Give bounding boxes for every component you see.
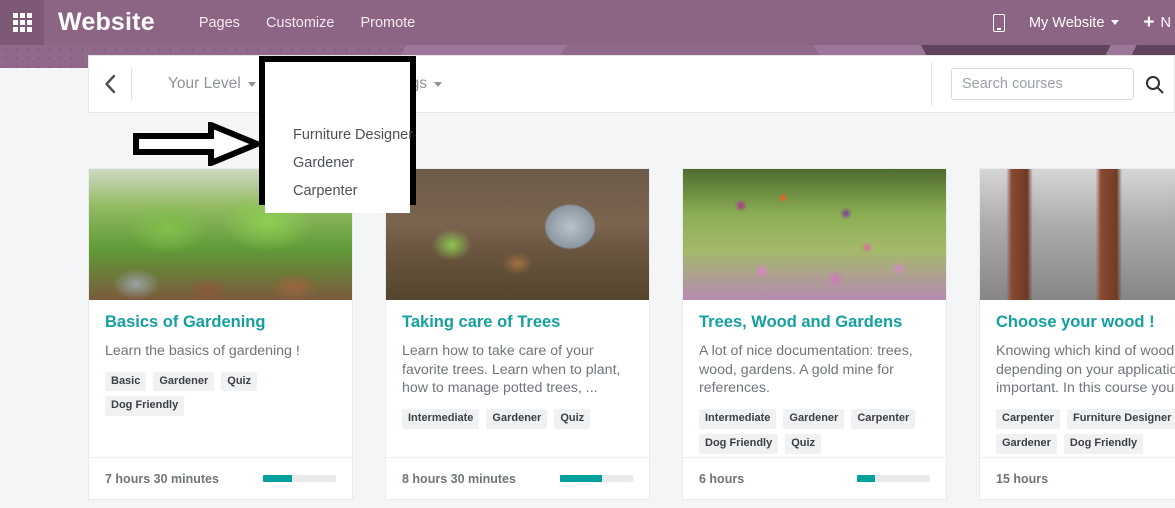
role-option-gardener[interactable]: Gardener <box>265 149 410 177</box>
course-tags: Intermediate Gardener Quiz <box>402 409 633 429</box>
course-description: Knowing which kind of wood to use depend… <box>996 342 1175 397</box>
chevron-down-icon <box>1111 20 1120 25</box>
course-title[interactable]: Trees, Wood and Gardens <box>699 313 930 333</box>
course-footer: 15 hours 2 step <box>980 457 1175 499</box>
course-tags: Carpenter Furniture Designer Basic Garde… <box>996 409 1175 454</box>
course-tag[interactable]: Basic <box>105 371 147 392</box>
course-progress-bar <box>857 475 930 482</box>
course-tag[interactable]: Dog Friendly <box>105 396 185 417</box>
course-tag[interactable]: Gardener <box>153 371 215 392</box>
filter-your-level[interactable]: Your Level <box>154 75 270 93</box>
course-card[interactable]: Choose your wood ! Knowing which kind of… <box>979 168 1175 500</box>
mobile-preview-icon[interactable] <box>992 13 1005 32</box>
course-tag[interactable]: Carpenter <box>851 409 916 429</box>
course-tag[interactable]: Gardener <box>996 433 1057 454</box>
course-image <box>980 169 1175 300</box>
course-card-list: Basics of Gardening Learn the basics of … <box>88 168 1175 500</box>
filter-your-level-label: Your Level <box>168 75 241 92</box>
new-button[interactable]: + N <box>1143 13 1171 32</box>
role-option-carpenter[interactable]: Carpenter <box>265 177 410 205</box>
course-tag[interactable]: Quiz <box>554 409 591 429</box>
new-button-label: N <box>1160 14 1171 31</box>
arrow-annotation <box>133 120 265 171</box>
your-role-dropdown-menu: Furniture Designer Gardener Carpenter <box>265 113 413 213</box>
course-duration: 6 hours <box>699 471 745 486</box>
search-divider <box>931 62 932 106</box>
top-nav-links: Pages Customize Promote <box>199 15 415 31</box>
chevron-left-icon <box>104 74 115 94</box>
course-image <box>683 169 946 300</box>
top-navbar: Website Pages Customize Promote My Websi… <box>0 0 1175 45</box>
search-button[interactable] <box>1134 68 1174 100</box>
course-title[interactable]: Choose your wood ! <box>996 313 1175 333</box>
course-body: Taking care of Trees Learn how to take c… <box>386 300 649 429</box>
chevron-down-icon <box>433 81 442 87</box>
course-description: Learn the basics of gardening ! <box>105 342 300 359</box>
course-tag[interactable]: Carpenter <box>996 409 1060 429</box>
course-description: Learn how to take care of your favorite … <box>402 342 621 397</box>
course-body: Basics of Gardening Learn the basics of … <box>89 300 352 417</box>
top-right-actions: My Website + N <box>992 13 1175 32</box>
course-tag[interactable]: Quiz <box>221 371 258 392</box>
site-selector-label: My Website <box>1028 14 1105 31</box>
course-body: Choose your wood ! Knowing which kind of… <box>980 300 1175 454</box>
right-arrow-annotation-icon <box>133 120 265 168</box>
course-card[interactable]: Taking care of Trees Learn how to take c… <box>385 168 650 500</box>
course-progress-bar <box>560 475 633 482</box>
course-footer: 6 hours <box>683 457 946 499</box>
course-card[interactable]: Basics of Gardening Learn the basics of … <box>88 168 353 500</box>
course-tag[interactable]: Gardener <box>783 409 845 429</box>
nav-item-customize[interactable]: Customize <box>266 15 335 31</box>
course-tags: Intermediate Gardener Carpenter Dog Frie… <box>699 409 930 454</box>
course-duration: 15 hours <box>996 471 1049 486</box>
course-title[interactable]: Taking care of Trees <box>402 313 633 333</box>
search-icon <box>1145 75 1163 93</box>
course-tag[interactable]: Gardener <box>486 409 548 429</box>
course-progress-fill <box>560 475 603 482</box>
course-footer: 7 hours 30 minutes <box>89 457 352 499</box>
apps-grid-icon <box>12 13 32 32</box>
course-card[interactable]: Trees, Wood and Gardens A lot of nice do… <box>682 168 947 500</box>
course-tag[interactable]: Dog Friendly <box>1063 433 1144 454</box>
course-tag[interactable]: Intermediate <box>699 409 777 429</box>
course-tags: Basic Gardener Quiz Dog Friendly <box>105 371 336 417</box>
filter-bar: Your Level Your Role Tags <box>88 55 1175 113</box>
nav-item-promote[interactable]: Promote <box>360 15 415 31</box>
course-tag[interactable]: Intermediate <box>402 409 480 429</box>
course-body: Trees, Wood and Gardens A lot of nice do… <box>683 300 946 454</box>
course-duration: 8 hours 30 minutes <box>402 471 516 486</box>
search-input[interactable] <box>951 68 1134 100</box>
your-role-dropdown-highlight: Furniture Designer Gardener Carpenter <box>259 56 416 213</box>
course-progress-fill <box>857 475 876 482</box>
plus-icon: + <box>1143 12 1155 33</box>
role-option-furniture-designer[interactable]: Furniture Designer <box>265 121 413 149</box>
brand-title: Website <box>58 8 155 36</box>
course-duration: 7 hours 30 minutes <box>105 471 219 486</box>
search-area <box>931 56 1174 112</box>
course-title[interactable]: Basics of Gardening <box>105 313 336 333</box>
course-progress-bar <box>263 475 336 482</box>
apps-launcher-button[interactable] <box>0 0 44 45</box>
back-button[interactable] <box>89 74 131 94</box>
chevron-down-icon <box>247 81 256 87</box>
course-tag[interactable]: Furniture Designer <box>1066 409 1175 429</box>
course-tag[interactable]: Dog Friendly <box>699 433 779 454</box>
course-image <box>386 169 649 300</box>
course-tag[interactable]: Quiz <box>785 433 822 454</box>
page-root: Website Pages Customize Promote My Websi… <box>0 0 1175 508</box>
course-progress-fill <box>263 475 293 482</box>
nav-item-pages[interactable]: Pages <box>199 15 240 31</box>
site-selector-dropdown[interactable]: My Website <box>1028 14 1120 31</box>
course-footer: 8 hours 30 minutes <box>386 457 649 499</box>
course-description: A lot of nice documentation: trees, wood… <box>699 342 913 397</box>
